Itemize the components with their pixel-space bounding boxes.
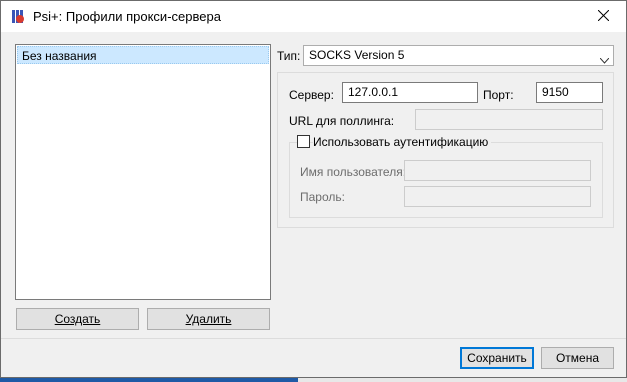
taskbar-accent xyxy=(0,378,298,382)
password-input[interactable] xyxy=(404,186,591,207)
server-input[interactable]: 127.0.0.1 xyxy=(342,82,478,103)
username-input[interactable] xyxy=(404,160,591,181)
profile-name: Без названия xyxy=(22,49,97,63)
window-title: Psi+: Профили прокси-сервера xyxy=(33,9,221,24)
create-button[interactable]: Создать xyxy=(16,308,139,330)
footer-separator xyxy=(1,338,626,339)
port-label: Порт: xyxy=(483,88,514,102)
type-label: Тип: xyxy=(277,49,301,63)
port-input[interactable]: 9150 xyxy=(536,82,603,103)
proxy-profiles-dialog: Psi+: Профили прокси-сервера Без названи… xyxy=(0,0,627,378)
username-label: Имя пользователя: xyxy=(300,165,407,179)
proxy-type-select[interactable]: SOCKS Version 5 xyxy=(303,45,614,66)
password-label: Пароль: xyxy=(300,190,345,204)
polling-url-input[interactable] xyxy=(415,109,603,130)
list-item[interactable]: Без названия xyxy=(17,46,269,64)
delete-button[interactable]: Удалить xyxy=(147,308,270,330)
profile-list[interactable]: Без названия xyxy=(15,44,271,300)
auth-checkbox-label[interactable]: Использовать аутентификацию xyxy=(313,135,492,149)
title-bar: Psi+: Профили прокси-сервера xyxy=(1,1,626,32)
polling-url-label: URL для поллинга: xyxy=(289,114,395,128)
save-button[interactable]: Сохранить xyxy=(460,347,534,369)
taskbar-strip xyxy=(0,378,627,382)
cancel-button[interactable]: Отмена xyxy=(541,347,614,369)
server-label: Сервер: xyxy=(289,88,334,102)
proxy-type-value: SOCKS Version 5 xyxy=(309,48,405,62)
close-button[interactable] xyxy=(580,1,626,32)
psi-plus-icon xyxy=(9,8,26,25)
close-icon xyxy=(597,9,609,24)
chevron-down-icon xyxy=(599,51,610,70)
auth-checkbox[interactable] xyxy=(297,135,310,148)
